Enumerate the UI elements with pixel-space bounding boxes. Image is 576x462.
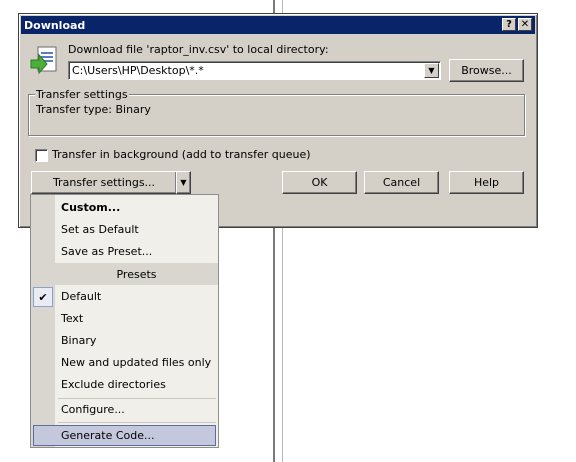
browse-button[interactable]: Browse... — [449, 59, 524, 82]
question-mark-icon: ? — [506, 19, 512, 30]
transfer-type-text: Transfer type: Binary — [36, 103, 151, 116]
menu-separator — [58, 422, 216, 423]
help-button[interactable]: Help — [449, 171, 524, 194]
menu-item-preset-binary[interactable]: Binary — [31, 330, 218, 352]
browse-button-label: Browse... — [461, 64, 512, 77]
menu-item-label: Default — [61, 290, 102, 303]
menu-item-label: Custom... — [61, 201, 121, 214]
menu-item-custom[interactable]: Custom... — [31, 197, 218, 219]
menu-item-label: Text — [61, 312, 84, 325]
ok-button[interactable]: OK — [282, 171, 357, 194]
transfer-settings-button[interactable]: Transfer settings... — [31, 171, 177, 194]
menu-item-preset-text[interactable]: Text — [31, 308, 218, 330]
menu-item-configure[interactable]: Configure... — [31, 399, 218, 421]
title-bar: Download ? ✕ — [21, 16, 535, 34]
dialog-title: Download — [24, 18, 86, 32]
menu-item-label: Save as Preset... — [61, 245, 153, 258]
local-directory-value: C:\Users\HP\Desktop\*.* — [72, 64, 204, 77]
background-transfer-label[interactable]: Transfer in background (add to transfer … — [52, 148, 311, 161]
presets-header-label: Presets — [116, 267, 157, 281]
menu-item-preset-exclude-dirs[interactable]: Exclude directories — [31, 374, 218, 396]
chevron-down-icon: ▼ — [180, 178, 187, 187]
cancel-button[interactable]: Cancel — [364, 171, 439, 194]
menu-item-preset-new-updated[interactable]: New and updated files only — [31, 352, 218, 374]
transfer-settings-menu: Custom... Set as Default Save as Preset.… — [30, 194, 219, 448]
help-button-label: Help — [473, 176, 500, 189]
menu-item-preset-default[interactable]: ✔ Default — [31, 286, 218, 308]
download-file-icon — [30, 46, 57, 75]
transfer-settings-dropdown[interactable]: ▼ — [176, 171, 191, 194]
menu-item-generate-code[interactable]: Generate Code... — [33, 425, 216, 446]
menu-item-label: Binary — [61, 334, 97, 347]
transfer-settings-label: Transfer settings... — [52, 176, 156, 189]
menu-item-save-preset[interactable]: Save as Preset... — [31, 241, 218, 263]
check-icon: ✔ — [33, 287, 53, 307]
download-prompt: Download file 'raptor_inv.csv' to local … — [68, 43, 329, 56]
help-title-button[interactable]: ? — [502, 18, 516, 31]
menu-item-label: New and updated files only — [61, 356, 212, 369]
ok-button-label: OK — [311, 176, 328, 189]
menu-item-label: Set as Default — [61, 223, 139, 236]
menu-item-label: Generate Code... — [61, 429, 155, 442]
background-transfer-checkbox[interactable] — [35, 149, 48, 162]
group-title: Transfer settings — [35, 88, 129, 101]
directory-dropdown-arrow[interactable]: ▼ — [424, 63, 439, 78]
presets-header: Presets — [55, 263, 218, 285]
close-title-button[interactable]: ✕ — [518, 18, 532, 31]
menu-item-label: Configure... — [61, 403, 125, 416]
cancel-button-label: Cancel — [382, 176, 421, 189]
chevron-down-icon: ▼ — [428, 66, 435, 75]
local-directory-input[interactable]: C:\Users\HP\Desktop\*.* ▼ — [68, 61, 441, 80]
menu-item-label: Exclude directories — [61, 378, 166, 391]
close-icon: ✕ — [520, 19, 530, 30]
transfer-settings-group: Transfer settings Transfer type: Binary — [28, 88, 525, 136]
menu-item-set-default[interactable]: Set as Default — [31, 219, 218, 241]
